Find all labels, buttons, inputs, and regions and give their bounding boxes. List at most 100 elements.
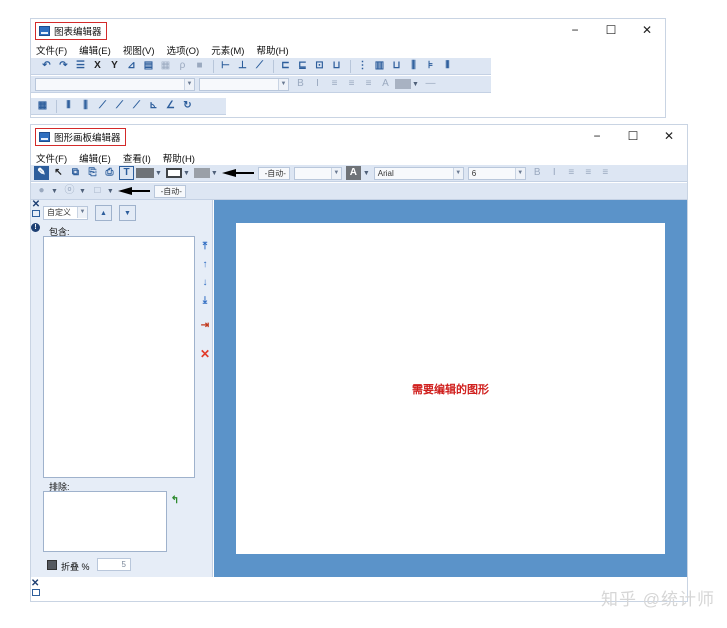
reference-line-icon[interactable]: ⊢ — [218, 59, 233, 73]
menu-elements[interactable]: 元素(M) — [206, 43, 251, 57]
grid-icon[interactable]: ⋮ — [355, 59, 370, 73]
include-list[interactable] — [43, 236, 195, 478]
menu-options[interactable]: 选项(O) — [161, 43, 206, 57]
close-button[interactable]: ✕ — [629, 19, 665, 41]
lasso-icon[interactable]: ρ — [175, 59, 190, 73]
font-color-icon[interactable]: A — [378, 77, 393, 91]
italic-icon[interactable]: I — [310, 77, 325, 91]
move-bottom-icon[interactable]: ⤓ — [199, 295, 211, 307]
align-right-icon[interactable]: ≡ — [598, 166, 613, 180]
fit-line-icon[interactable]: ⟋ — [252, 59, 267, 73]
text-tool-icon[interactable]: T — [119, 166, 134, 180]
arrow-style-icon[interactable] — [221, 169, 254, 177]
paste-icon[interactable]: ⎘ — [85, 166, 100, 180]
marker-frame-icon[interactable]: □ — [90, 184, 105, 198]
chevron-down-icon[interactable]: ▼ — [107, 188, 114, 195]
menu-file[interactable]: 文件(F) — [31, 151, 74, 165]
drop-line-icon[interactable]: ∠ — [163, 99, 178, 113]
bold-icon[interactable]: B — [530, 166, 545, 180]
line-chart-icon[interactable]: ⟋ — [112, 99, 127, 113]
menu-file[interactable]: 文件(F) — [31, 43, 74, 57]
italic-icon[interactable]: I — [547, 166, 562, 180]
panel-dock-icon[interactable] — [32, 210, 40, 217]
fill-color-swatch[interactable] — [136, 168, 154, 178]
status-close-icon[interactable]: ✕ — [31, 578, 39, 589]
font-family-combo[interactable]: Arial ▼ — [373, 166, 464, 180]
fill-icon[interactable]: ■ — [192, 59, 207, 73]
restore-icon[interactable]: ↰ — [169, 495, 181, 507]
marker-size-icon[interactable]: ⓞ — [62, 184, 77, 198]
element-filter-dropdown[interactable]: 自定义 ▼ — [43, 206, 88, 220]
marker-shape-icon[interactable]: ● — [34, 184, 49, 198]
maximize-button[interactable]: ☐ — [615, 125, 651, 147]
y-axis-icon[interactable]: Y — [107, 59, 122, 73]
properties-icon[interactable]: ☰ — [73, 59, 88, 73]
line-weight-combo[interactable]: -自动- — [257, 166, 290, 180]
chevron-down-icon[interactable]: ▼ — [51, 188, 58, 195]
move-up-button[interactable]: ▲ — [95, 205, 112, 221]
border-color-swatch[interactable] — [165, 168, 182, 178]
style-combo[interactable]: ▼ — [199, 77, 289, 91]
menu-view[interactable]: 查看(I) — [118, 151, 158, 165]
x-reference-icon[interactable]: ⊥ — [235, 59, 250, 73]
pattern-swatch[interactable] — [193, 168, 210, 178]
menu-view[interactable]: 视图(V) — [118, 43, 162, 57]
error-bar-icon[interactable]: ⊧ — [423, 59, 438, 73]
align-left-icon[interactable]: ≡ — [327, 77, 342, 91]
copy-icon[interactable]: ⧉ — [68, 166, 83, 180]
chevron-down-icon[interactable]: ▼ — [412, 81, 419, 88]
move-down-icon[interactable]: ↓ — [199, 277, 211, 289]
menu-edit[interactable]: 编辑(E) — [74, 43, 118, 57]
line-style-combo[interactable]: ▼ — [293, 166, 342, 180]
bar-icon[interactable]: ▥ — [372, 59, 387, 73]
panel-close-icon[interactable]: ✕ — [31, 199, 41, 209]
align-center-icon[interactable]: ≡ — [581, 166, 596, 180]
chevron-down-icon[interactable]: ▼ — [79, 188, 86, 195]
move-up-icon[interactable]: ↑ — [199, 259, 211, 271]
marker-weight-combo[interactable]: -自动- — [153, 184, 186, 198]
line-style-icon[interactable]: — — [423, 77, 438, 91]
chevron-down-icon[interactable]: ▼ — [363, 170, 370, 177]
delete-icon[interactable]: ✕ — [199, 348, 211, 360]
cursor-icon[interactable]: ↖ — [51, 166, 66, 180]
annotation-icon[interactable]: ⊔ — [329, 59, 344, 73]
legend-icon[interactable]: ⊑ — [295, 59, 310, 73]
chevron-down-icon[interactable]: ▼ — [211, 170, 218, 177]
rotate-icon[interactable]: ↻ — [180, 99, 195, 113]
axis-icon[interactable]: ⊔ — [389, 59, 404, 73]
export-icon[interactable]: ⇥ — [199, 320, 211, 332]
font-color-icon[interactable]: A — [345, 166, 361, 180]
move-top-icon[interactable]: ⤒ — [199, 241, 211, 253]
font-size-combo[interactable]: 6 ▼ — [467, 166, 526, 180]
redo-icon[interactable]: ↷ — [56, 59, 71, 73]
bold-icon[interactable]: B — [293, 77, 308, 91]
chevron-down-icon[interactable]: ▼ — [155, 170, 162, 177]
fill-color-swatch[interactable] — [395, 79, 411, 89]
chart-bar-icon[interactable]: ⫴ — [440, 59, 455, 73]
bar-chart-icon[interactable]: ⫴ — [61, 99, 76, 113]
cluster-bar-icon[interactable]: ⫼ — [78, 99, 93, 113]
move-down-button[interactable]: ▼ — [119, 205, 136, 221]
scatter-icon[interactable]: ⊾ — [146, 99, 161, 113]
exclude-list[interactable] — [43, 491, 167, 552]
x-axis-icon[interactable]: X — [90, 59, 105, 73]
align-right-icon[interactable]: ≡ — [361, 77, 376, 91]
undo-icon[interactable]: ↶ — [39, 59, 54, 73]
columns-icon[interactable]: ⫼ — [406, 59, 421, 73]
minimize-button[interactable]: − — [579, 125, 615, 147]
area-chart-icon[interactable]: ⟋ — [95, 99, 110, 113]
graph-canvas[interactable]: 需要编辑的图形 — [236, 223, 665, 554]
element-combo[interactable]: ▼ — [35, 77, 195, 91]
close-button[interactable]: ✕ — [651, 125, 687, 147]
align-left-icon[interactable]: ≡ — [564, 166, 579, 180]
chevron-down-icon[interactable]: ▼ — [183, 170, 190, 177]
table-icon[interactable]: ▦ — [158, 59, 173, 73]
fold-checkbox[interactable] — [47, 560, 57, 570]
maximize-button[interactable]: ☐ — [593, 19, 629, 41]
textbox-icon[interactable]: ⊡ — [312, 59, 327, 73]
data-labels-icon[interactable]: ▤ — [141, 59, 156, 73]
menu-help[interactable]: 帮助(H) — [158, 151, 202, 165]
title-icon[interactable]: ⊏ — [278, 59, 293, 73]
table-grid-icon[interactable]: ▦ — [35, 99, 50, 113]
align-center-icon[interactable]: ≡ — [344, 77, 359, 91]
